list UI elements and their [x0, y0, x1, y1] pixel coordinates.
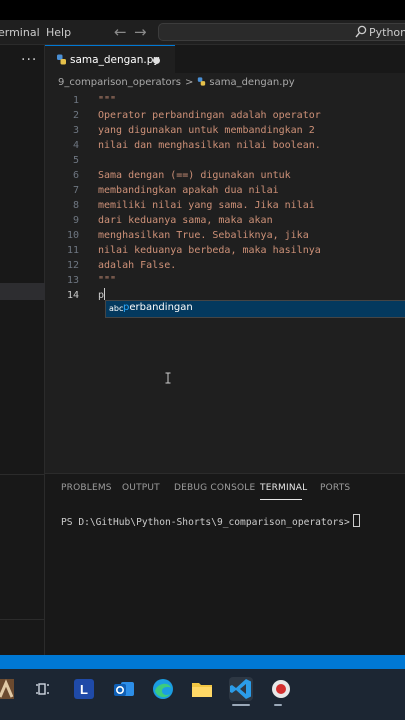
suggestion-rest: erbandingan: [129, 302, 193, 313]
text-suggestion-icon: abc: [109, 304, 124, 313]
line-number: 8: [72, 200, 79, 211]
code-line: memiliki nilai yang sama. Jika nilai: [98, 200, 315, 211]
text-cursor-icon: [165, 372, 171, 384]
python-file-icon: [57, 54, 66, 65]
code-lines[interactable]: """ Operator perbandingan adalah operato…: [98, 93, 398, 303]
terminal-cursor: [352, 514, 360, 527]
forward-arrow-icon[interactable]: →: [134, 23, 147, 41]
terminal-prompt[interactable]: PS D:\GitHub\Python-Shorts\9_comparison_…: [61, 514, 360, 528]
tab-debug-console[interactable]: DEBUG CONSOLE: [174, 483, 255, 493]
recorder-icon[interactable]: [269, 677, 293, 701]
line-number: 12: [66, 260, 79, 271]
tab-label: sama_dengan.py: [70, 54, 160, 66]
breadcrumb-file[interactable]: sama_dengan.py: [209, 77, 294, 88]
command-center-search[interactable]: Python-S: [158, 23, 405, 41]
autocomplete-suggestion[interactable]: abc perbandingan: [105, 300, 405, 318]
title-bar: erminal Help ← → Python-S: [0, 20, 405, 45]
code-line: nilai dan menghasilkan nilai boolean.: [98, 140, 321, 151]
line-number-gutter: 1 2 3 4 5 6 7 8 9 10 11 12 13 14: [45, 93, 79, 303]
selected-explorer-item[interactable]: [0, 283, 45, 300]
line-number: 11: [66, 245, 79, 256]
text-cursor: [104, 288, 106, 300]
breadcrumb: 9_comparison_operators > sama_dengan.py: [58, 77, 295, 88]
code-line: nilai keduanya berbeda, maka hasilnya: [98, 245, 321, 256]
code-line: """: [98, 95, 117, 106]
python-file-icon: [198, 77, 206, 86]
status-bar: [0, 655, 405, 669]
tab-sama-dengan[interactable]: sama_dengan.py: [45, 45, 175, 73]
active-tab-indicator: [260, 499, 302, 500]
windows-taskbar: L: [0, 669, 405, 720]
code-editor[interactable]: 9_comparison_operators > sama_dengan.py 1…: [45, 73, 405, 473]
line-number: 7: [72, 185, 79, 196]
code-line: membandingkan apakah dua nilai: [98, 185, 279, 196]
back-arrow-icon[interactable]: ←: [114, 23, 127, 41]
code-line: """: [98, 275, 117, 286]
line-number: 9: [72, 215, 79, 226]
active-app-indicator: [232, 704, 250, 706]
panel-divider: [0, 619, 45, 620]
line-number: 13: [66, 275, 79, 286]
line-number: 6: [72, 170, 79, 181]
l-app-icon[interactable]: L: [72, 677, 96, 701]
search-text: Python-S: [369, 26, 405, 39]
vscode-icon[interactable]: [229, 677, 253, 701]
code-line: yang digunakan untuk membandingkan 2: [98, 125, 315, 136]
task-view-icon[interactable]: [32, 677, 56, 701]
terminal-prompt-text: PS D:\GitHub\Python-Shorts\9_comparison_…: [61, 517, 350, 528]
tab-ports[interactable]: PORTS: [320, 483, 350, 493]
line-number: 10: [66, 230, 79, 241]
tab-problems[interactable]: PROBLEMS: [61, 483, 112, 493]
search-icon: [355, 25, 367, 38]
line-number-active: 14: [66, 290, 79, 301]
code-line: dari keduanya sama, maka akan: [98, 215, 273, 226]
code-line: Operator perbandingan adalah operator: [98, 110, 321, 121]
menu-help[interactable]: Help: [46, 26, 71, 39]
code-line: adalah False.: [98, 260, 177, 271]
unsaved-dot-icon[interactable]: [153, 57, 160, 64]
breadcrumb-folder[interactable]: 9_comparison_operators: [58, 77, 181, 88]
tab-output[interactable]: OUTPUT: [122, 483, 160, 493]
explorer-panel: ···: [0, 45, 45, 655]
breadcrumb-separator: >: [184, 77, 194, 88]
taskbar-app-icon[interactable]: [0, 677, 18, 701]
tab-terminal[interactable]: TERMINAL: [260, 483, 307, 493]
code-line: menghasilkan True. Sebaliknya, jika: [98, 230, 309, 241]
editor-tab-bar: sama_dengan.py: [45, 45, 405, 73]
menu-terminal[interactable]: erminal: [0, 26, 40, 39]
code-line: Sama dengan (==) digunakan untuk: [98, 170, 291, 181]
panel-divider: [0, 474, 45, 475]
l-app-letter: L: [80, 682, 88, 697]
video-top-frame: [0, 0, 405, 20]
file-explorer-icon[interactable]: [190, 677, 214, 701]
more-actions-icon[interactable]: ···: [21, 53, 37, 67]
line-number: 3: [72, 125, 79, 136]
outlook-icon[interactable]: [112, 677, 136, 701]
line-number: 5: [72, 155, 79, 166]
line-number: 4: [72, 140, 79, 151]
bottom-panel: PROBLEMS OUTPUT DEBUG CONSOLE TERMINAL P…: [45, 473, 405, 655]
line-number: 2: [72, 110, 79, 121]
suggestion-label: perbandingan: [123, 302, 193, 313]
line-number: 1: [72, 95, 79, 106]
running-app-indicator: [274, 704, 282, 706]
edge-icon[interactable]: [151, 677, 175, 701]
